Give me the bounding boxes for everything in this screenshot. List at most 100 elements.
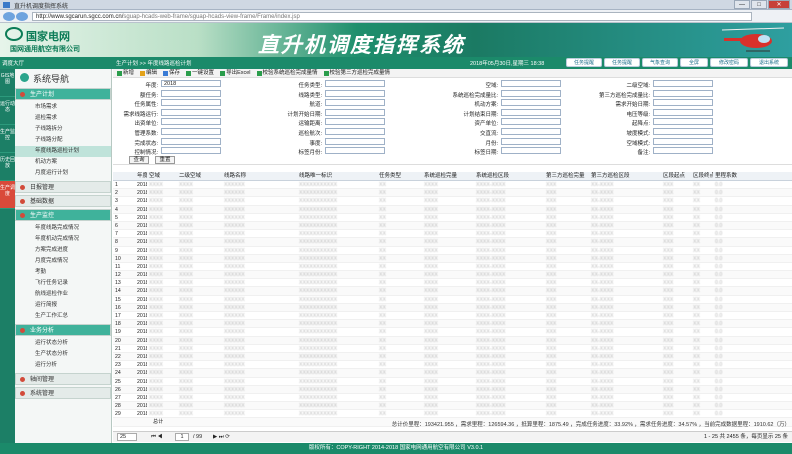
form-field[interactable] bbox=[161, 118, 221, 126]
change-password-button[interactable]: 修改密码 bbox=[710, 58, 748, 67]
form-field[interactable] bbox=[501, 137, 561, 145]
nav-item[interactable]: 生产状态分析 bbox=[15, 349, 111, 360]
first-page-icon[interactable]: ⏮ ◀ bbox=[151, 432, 162, 442]
maximize-button[interactable]: □ bbox=[751, 0, 767, 9]
op-button-4[interactable]: 导出Excel bbox=[220, 69, 251, 77]
table-row[interactable]: 122018XXXXXXXXXXXXXXXXXXXXXXXXXXXXXXXXXX… bbox=[113, 271, 792, 280]
table-row[interactable]: 162018XXXXXXXXXXXXXXXXXXXXXXXXXXXXXXXXXX… bbox=[113, 303, 792, 312]
form-field[interactable] bbox=[501, 108, 561, 116]
form-field[interactable] bbox=[501, 80, 561, 87]
table-row[interactable]: 82018XXXXXXXXXXXXXXXXXXXXXXXXXXXXXXXXXXX… bbox=[113, 238, 792, 247]
url-input[interactable]: http://www.sgcarun.sgcc.com.cn/sguap-hca… bbox=[32, 12, 752, 21]
table-row[interactable]: 292018XXXXXXXXXXXXXXXXXXXXXXXXXXXXXXXXXX… bbox=[113, 410, 792, 419]
minimize-button[interactable]: — bbox=[734, 0, 750, 9]
grid-header-cell[interactable]: 区段起点 bbox=[661, 172, 691, 180]
reminder-button-2[interactable]: 任务提醒 bbox=[604, 58, 640, 67]
reset-button[interactable]: 重置 bbox=[155, 156, 175, 164]
op-button-0[interactable]: 新增 bbox=[117, 69, 134, 77]
table-row[interactable]: 72018XXXXXXXXXXXXXXXXXXXXXXXXXXXXXXXXXXX… bbox=[113, 230, 792, 239]
nav-item[interactable]: 机动方案 bbox=[15, 157, 111, 168]
side-icon-2[interactable]: 生产监控 bbox=[0, 125, 15, 153]
table-row[interactable]: 262018XXXXXXXXXXXXXXXXXXXXXXXXXXXXXXXXXX… bbox=[113, 385, 792, 394]
close-button[interactable]: ✕ bbox=[768, 0, 790, 9]
nav-group-0[interactable]: 生产计划 bbox=[15, 88, 111, 100]
grid-header-cell[interactable]: 任务类型 bbox=[377, 172, 422, 180]
nav-group-4[interactable]: 业务分析 bbox=[15, 324, 111, 336]
page-size-select[interactable]: 25 bbox=[117, 433, 137, 441]
form-field[interactable] bbox=[501, 147, 561, 155]
form-field[interactable] bbox=[325, 137, 385, 145]
op-button-2[interactable]: 保存 bbox=[163, 69, 180, 77]
nav-item[interactable]: 考勤 bbox=[15, 267, 111, 278]
form-field[interactable] bbox=[501, 128, 561, 135]
op-button-6[interactable]: 校验第三方巡检完成量情 bbox=[323, 69, 390, 77]
form-field[interactable] bbox=[325, 118, 385, 126]
form-field[interactable] bbox=[653, 128, 713, 135]
nav-group-2[interactable]: 基础数据 bbox=[15, 195, 111, 207]
nav-item[interactable]: 市场需求 bbox=[15, 102, 111, 113]
reminder-button-1[interactable]: 任务提醒 bbox=[566, 58, 602, 67]
grid-header-cell[interactable]: 线路名称 bbox=[222, 172, 297, 180]
side-icon-1[interactable]: 运行动态 bbox=[0, 97, 15, 125]
forward-icon[interactable] bbox=[16, 12, 28, 21]
grid-header-cell[interactable]: 第三方巡检区段 bbox=[589, 172, 661, 180]
form-field[interactable] bbox=[325, 108, 385, 116]
op-button-1[interactable]: 编辑 bbox=[140, 69, 157, 77]
table-row[interactable]: 272018XXXXXXXXXXXXXXXXXXXXXXXXXXXXXXXXXX… bbox=[113, 394, 792, 403]
table-row[interactable]: 242018XXXXXXXXXXXXXXXXXXXXXXXXXXXXXXXXXX… bbox=[113, 369, 792, 378]
nav-item[interactable]: 子线路分配 bbox=[15, 135, 111, 146]
query-button[interactable]: 查询 bbox=[129, 156, 149, 164]
form-field[interactable] bbox=[653, 147, 713, 155]
nav-item[interactable]: 方案完成进度 bbox=[15, 245, 111, 256]
nav-group-5[interactable]: 轴间管理 bbox=[15, 373, 111, 385]
grid-header-cell[interactable]: 第三方巡检完量 bbox=[544, 172, 589, 180]
form-field[interactable] bbox=[501, 89, 561, 97]
nav-item[interactable]: 月度运行计划 bbox=[15, 168, 111, 179]
table-row[interactable]: 102018XXXXXXXXXXXXXXXXXXXXXXXXXXXXXXXXXX… bbox=[113, 254, 792, 263]
form-field[interactable] bbox=[161, 99, 221, 107]
side-icon-4[interactable]: 生产调度 bbox=[0, 181, 15, 209]
back-icon[interactable] bbox=[3, 12, 15, 21]
fullscreen-button[interactable]: 全屏 bbox=[680, 58, 708, 67]
form-field[interactable] bbox=[653, 99, 713, 107]
form-field[interactable] bbox=[653, 108, 713, 116]
table-row[interactable]: 212018XXXXXXXXXXXXXXXXXXXXXXXXXXXXXXXXXX… bbox=[113, 345, 792, 353]
grid-header-cell[interactable]: 年度 bbox=[135, 172, 147, 180]
nav-item[interactable]: 年度线路完成情况 bbox=[15, 223, 111, 234]
form-field[interactable] bbox=[653, 118, 713, 126]
nav-item[interactable]: 生产工作汇总 bbox=[15, 311, 111, 322]
form-field[interactable] bbox=[501, 99, 561, 107]
form-field[interactable] bbox=[653, 137, 713, 145]
nav-group-6[interactable]: 系统管理 bbox=[15, 387, 111, 399]
nav-group-1[interactable]: 日报管理 bbox=[15, 181, 111, 193]
nav-item[interactable]: 航线巡检作业 bbox=[15, 289, 111, 300]
form-field[interactable] bbox=[161, 147, 221, 155]
nav-item[interactable]: 子线路拆分 bbox=[15, 124, 111, 135]
form-field[interactable] bbox=[501, 118, 561, 126]
table-row[interactable]: 192018XXXXXXXXXXXXXXXXXXXXXXXXXXXXXXXXXX… bbox=[113, 328, 792, 337]
table-row[interactable]: 172018XXXXXXXXXXXXXXXXXXXXXXXXXXXXXXXXXX… bbox=[113, 312, 792, 321]
table-row[interactable]: 12018XXXXXXXXXXXXXXXXXXXXXXXXXXXXXXXXXXX… bbox=[113, 181, 792, 190]
grid-header-cell[interactable]: 线路唯一标识 bbox=[297, 172, 377, 180]
form-field[interactable] bbox=[161, 128, 221, 135]
table-row[interactable]: 32018XXXXXXXXXXXXXXXXXXXXXXXXXXXXXXXXXXX… bbox=[113, 197, 792, 206]
nav-item[interactable]: 运行分析 bbox=[15, 360, 111, 371]
nav-item[interactable]: 运行简报 bbox=[15, 300, 111, 311]
form-field[interactable]: 2018 bbox=[161, 80, 221, 87]
table-row[interactable]: 182018XXXXXXXXXXXXXXXXXXXXXXXXXXXXXXXXXX… bbox=[113, 320, 792, 329]
grid-header-cell[interactable]: 区段终点 bbox=[691, 172, 713, 180]
form-field[interactable] bbox=[653, 80, 713, 87]
form-field[interactable] bbox=[161, 137, 221, 145]
op-button-3[interactable]: 一键设置 bbox=[186, 69, 214, 77]
grid-header-cell[interactable]: 系统巡检完量 bbox=[422, 172, 474, 180]
table-row[interactable]: 132018XXXXXXXXXXXXXXXXXXXXXXXXXXXXXXXXXX… bbox=[113, 279, 792, 288]
nav-item[interactable]: 飞行任务记录 bbox=[15, 278, 111, 289]
table-row[interactable]: 62018XXXXXXXXXXXXXXXXXXXXXXXXXXXXXXXXXXX… bbox=[113, 221, 792, 231]
table-row[interactable]: 92018XXXXXXXXXXXXXXXXXXXXXXXXXXXXXXXXXXX… bbox=[113, 247, 792, 255]
nav-item[interactable]: 年度线路巡检计划 bbox=[15, 146, 111, 157]
grid-header-cell[interactable]: 系统巡检区段 bbox=[474, 172, 544, 180]
table-row[interactable]: 202018XXXXXXXXXXXXXXXXXXXXXXXXXXXXXXXXXX… bbox=[113, 336, 792, 345]
nav-group-3[interactable]: 生产监控 bbox=[15, 209, 111, 221]
home-link[interactable]: 调度大厅 bbox=[2, 59, 24, 67]
form-field[interactable] bbox=[325, 99, 385, 107]
